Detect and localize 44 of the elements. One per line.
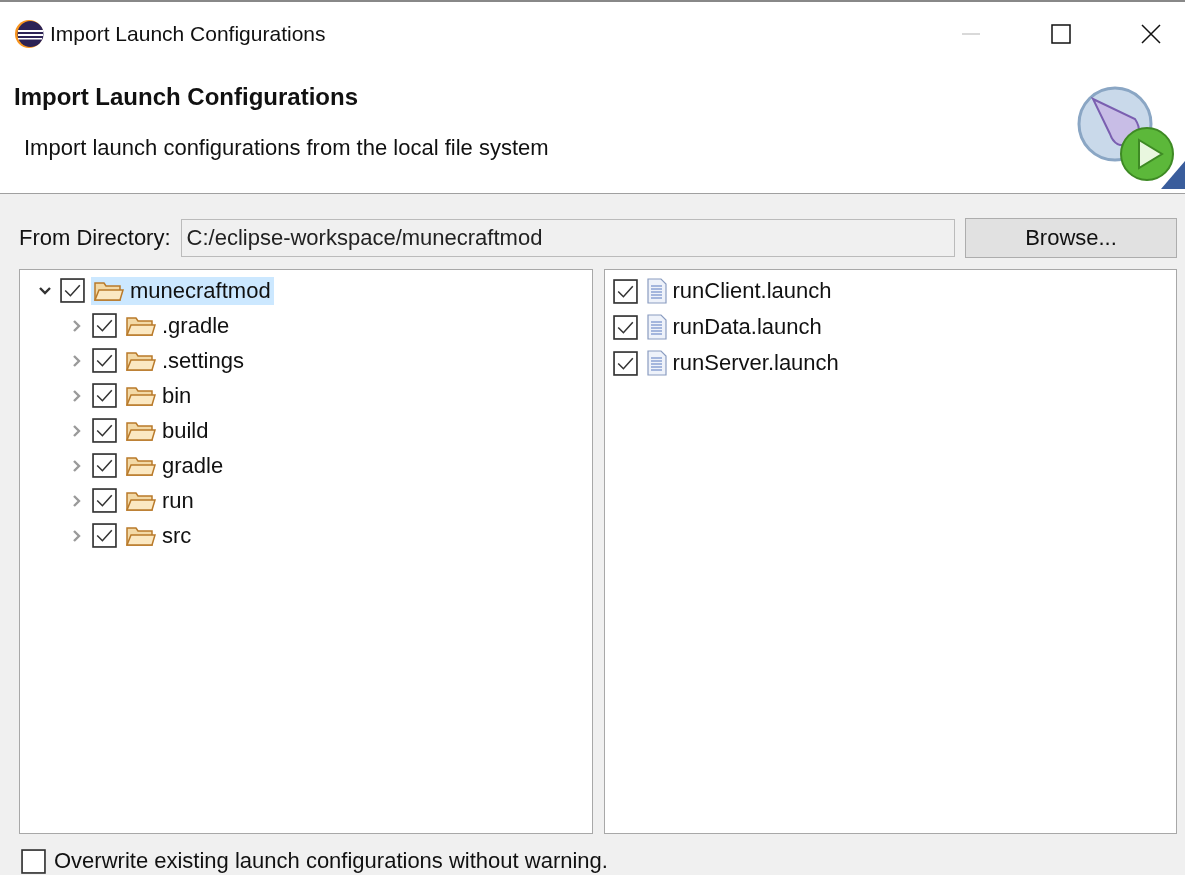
window-title: Import Launch Configurations — [50, 21, 326, 46]
folder-icon — [126, 489, 156, 512]
folder-icon — [126, 454, 156, 477]
checkbox[interactable] — [92, 383, 117, 408]
checkbox[interactable] — [92, 523, 117, 548]
checkbox[interactable] — [92, 488, 117, 513]
folder-icon — [126, 349, 156, 372]
checkbox[interactable] — [21, 848, 46, 874]
file-item[interactable]: runClient.launch — [643, 277, 835, 305]
folder-icon — [126, 314, 156, 337]
tree-item[interactable]: build — [123, 416, 212, 445]
tree-item[interactable]: run — [123, 486, 197, 515]
checkbox[interactable] — [92, 453, 117, 478]
tree-item[interactable]: gradle — [123, 451, 227, 480]
folder-icon — [126, 419, 156, 442]
tree-item[interactable]: .gradle — [123, 311, 233, 340]
file-item[interactable]: runData.launch — [643, 313, 825, 341]
browse-button[interactable]: Browse... — [965, 218, 1177, 258]
document-icon — [646, 314, 667, 340]
app-logo-icon — [14, 18, 44, 49]
checkbox[interactable] — [92, 348, 117, 373]
document-icon — [646, 350, 667, 376]
overwrite-label[interactable]: Overwrite existing launch configurations without warning. — [54, 848, 608, 874]
tree-item[interactable]: munecraftmod — [91, 276, 274, 305]
checkbox[interactable] — [612, 314, 638, 340]
folder-icon — [94, 279, 124, 302]
checkbox[interactable] — [612, 278, 638, 304]
tree-item[interactable]: .settings — [123, 346, 247, 375]
page-description: Import launch configurations from the local file system — [24, 135, 549, 161]
close-icon[interactable] — [1141, 23, 1161, 44]
folder-icon — [126, 524, 156, 547]
checkbox[interactable] — [92, 418, 117, 443]
directory-field[interactable]: C:/eclipse-workspace/munecraftmod — [180, 219, 955, 257]
checkbox[interactable] — [612, 350, 638, 376]
directory-label: From Directory: — [19, 225, 171, 251]
checkbox[interactable] — [92, 313, 117, 338]
folder-icon — [126, 384, 156, 407]
tree-item[interactable]: bin — [123, 381, 195, 410]
maximize-icon[interactable] — [1051, 23, 1071, 44]
page-title: Import Launch Configurations — [14, 83, 359, 111]
tree-item[interactable]: src — [123, 521, 195, 550]
file-item[interactable]: runServer.launch — [643, 349, 842, 377]
checkbox[interactable] — [60, 278, 85, 303]
document-icon — [646, 278, 667, 304]
